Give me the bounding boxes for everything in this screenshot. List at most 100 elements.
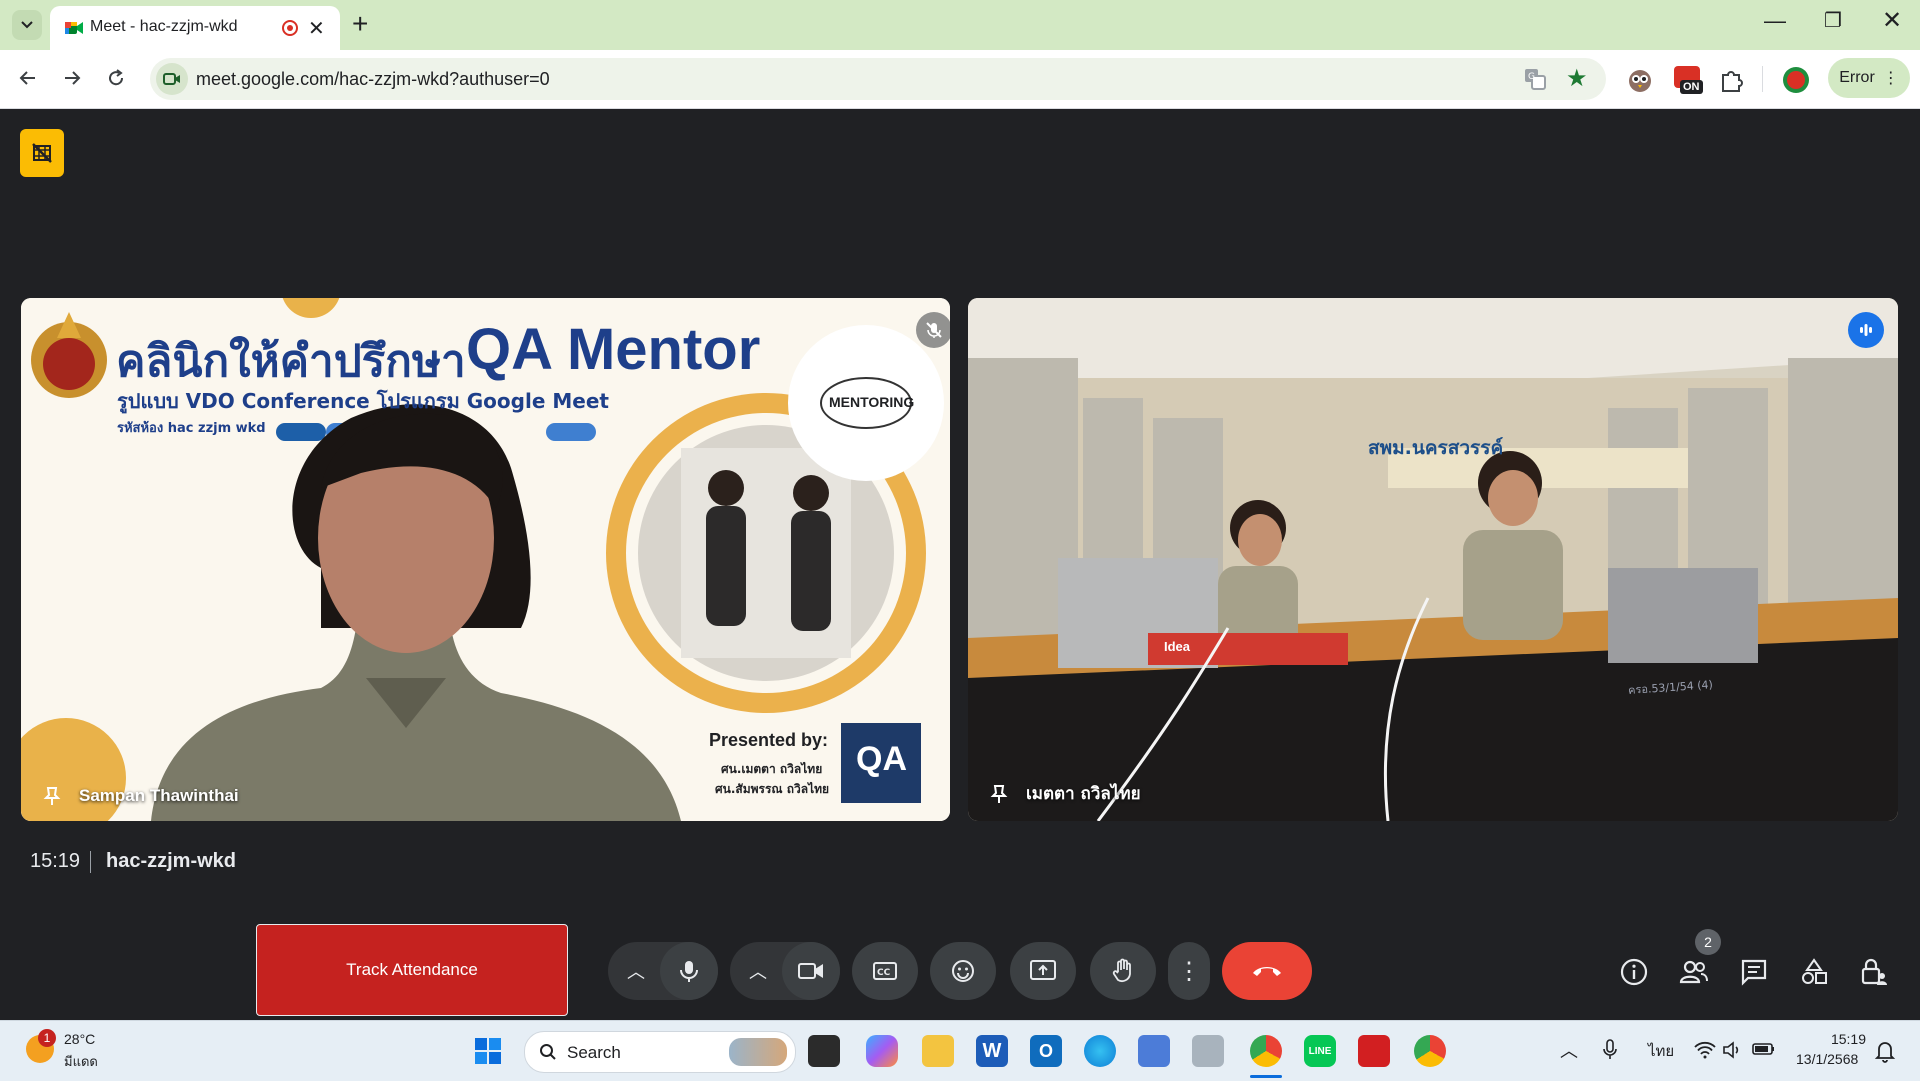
tray-microphone-icon[interactable] bbox=[1602, 1039, 1618, 1061]
participant-tile-metta[interactable]: สพม.นครสวรรค์ Idea ครอ.53/1/54 (4) เมตตา… bbox=[968, 298, 1898, 821]
word-icon[interactable]: W bbox=[976, 1035, 1008, 1067]
activities-button[interactable] bbox=[1794, 952, 1834, 992]
audio-level-icon bbox=[1860, 324, 1872, 336]
meeting-code[interactable]: hac-zzjm-wkd bbox=[106, 850, 236, 873]
snipping-tool-icon[interactable] bbox=[1138, 1035, 1170, 1067]
translate-icon[interactable]: G bbox=[1524, 68, 1546, 90]
chrome-icon[interactable] bbox=[1250, 1035, 1282, 1067]
profile-error-button[interactable]: Error ⋮ bbox=[1828, 58, 1910, 98]
windows-taskbar: 1 28°C มีแดด Search W O LINE ︿ ไทย 15:19… bbox=[0, 1020, 1920, 1081]
search-highlight-image bbox=[729, 1038, 787, 1066]
recording-indicator-icon bbox=[282, 20, 298, 36]
present-screen-icon bbox=[1030, 960, 1056, 980]
minimize-window-button[interactable]: — bbox=[1764, 8, 1786, 34]
restore-window-button[interactable]: ❐ bbox=[1824, 8, 1842, 33]
browser-tab-meet[interactable]: Meet - hac-zzjm-wkd ✕ bbox=[50, 6, 340, 50]
weather-temperature[interactable]: 28°C bbox=[64, 1031, 95, 1047]
notifications-bell-icon[interactable] bbox=[1874, 1039, 1896, 1063]
close-tab-icon[interactable]: ✕ bbox=[308, 16, 325, 41]
box-brand-text: Idea bbox=[1164, 639, 1191, 654]
browser-tab-strip: Meet - hac-zzjm-wkd ✕ + — ❐ ✕ bbox=[0, 0, 1920, 50]
line-app-icon[interactable]: LINE bbox=[1304, 1035, 1336, 1067]
present-screen-button[interactable] bbox=[1010, 942, 1076, 1000]
pin-icon[interactable] bbox=[41, 785, 63, 807]
chrome-profile-icon[interactable] bbox=[1414, 1035, 1446, 1067]
pin-icon[interactable] bbox=[988, 783, 1010, 805]
mic-off-icon bbox=[926, 322, 942, 338]
raise-hand-button[interactable] bbox=[1090, 942, 1156, 1000]
owl-extension-icon[interactable] bbox=[1624, 64, 1656, 96]
extension-on-badge: ON bbox=[1680, 80, 1703, 94]
browser-toolbar: meet.google.com/hac-zzjm-wkd?authuser=0 … bbox=[0, 50, 1920, 109]
site-info-button[interactable] bbox=[156, 63, 188, 95]
tray-language[interactable]: ไทย bbox=[1648, 1039, 1674, 1063]
tray-time[interactable]: 15:19 bbox=[1810, 1031, 1866, 1047]
lock-person-icon bbox=[1861, 958, 1887, 985]
bookmark-star-icon[interactable]: ★ bbox=[1566, 64, 1588, 93]
info-icon bbox=[1620, 958, 1648, 986]
meeting-details-button[interactable] bbox=[1614, 952, 1654, 992]
task-view-icon[interactable] bbox=[808, 1035, 840, 1067]
microphone-icon bbox=[680, 961, 698, 982]
captions-button[interactable]: CC bbox=[852, 942, 918, 1000]
participant-tile-sampan[interactable]: คลินิกให้คำปรึกษา QA Mentor รูปแบบ VDO C… bbox=[21, 298, 950, 821]
extensions-puzzle-icon[interactable] bbox=[1716, 64, 1748, 96]
room-video-graphic bbox=[968, 298, 1898, 821]
chat-button[interactable] bbox=[1734, 952, 1774, 992]
network-app-icon[interactable] bbox=[1192, 1035, 1224, 1067]
video-options-button[interactable]: ︿ bbox=[734, 942, 782, 1000]
copilot-icon[interactable] bbox=[866, 1035, 898, 1067]
reload-button[interactable] bbox=[98, 60, 134, 96]
people-button[interactable] bbox=[1674, 952, 1714, 992]
edge-icon[interactable] bbox=[1084, 1035, 1116, 1067]
clock-divider bbox=[90, 851, 91, 873]
meeting-clock: 15:19 bbox=[30, 850, 81, 872]
battery-icon[interactable] bbox=[1752, 1041, 1776, 1057]
captions-off-badge[interactable] bbox=[20, 129, 64, 177]
weather-description: มีแดด bbox=[64, 1055, 98, 1070]
leave-call-button[interactable] bbox=[1222, 942, 1312, 1000]
host-controls-button[interactable] bbox=[1854, 952, 1894, 992]
participant-name: Sampan Thawinthai bbox=[79, 786, 239, 805]
close-window-button[interactable]: ✕ bbox=[1882, 6, 1902, 35]
slide-qa-logo: QA bbox=[856, 740, 907, 778]
acrobat-icon[interactable] bbox=[1358, 1035, 1390, 1067]
windows-start-icon[interactable] bbox=[474, 1037, 502, 1065]
google-meet-favicon-icon bbox=[65, 22, 83, 34]
track-attendance-button[interactable]: Track Attendance bbox=[256, 924, 568, 1016]
reload-icon bbox=[109, 69, 124, 86]
forward-button[interactable] bbox=[54, 60, 90, 96]
reactions-button[interactable] bbox=[930, 942, 996, 1000]
more-vert-icon: ⋮ bbox=[1177, 957, 1201, 985]
tray-overflow-chevron-icon[interactable]: ︿ bbox=[1560, 1037, 1578, 1063]
video-camera-icon bbox=[798, 963, 823, 979]
audio-options-button[interactable]: ︿ bbox=[612, 942, 660, 1000]
slide-subtitle: รูปแบบ VDO Conference โปรแกรม Google Mee… bbox=[117, 389, 609, 413]
back-button[interactable] bbox=[10, 60, 46, 96]
hand-icon bbox=[1112, 958, 1131, 982]
outlook-icon[interactable]: O bbox=[1030, 1035, 1062, 1067]
hang-up-icon bbox=[1253, 967, 1281, 976]
people-icon bbox=[1679, 960, 1708, 984]
taskbar-search-box[interactable]: Search bbox=[524, 1031, 796, 1073]
recorder-extension-icon[interactable]: ON bbox=[1672, 62, 1706, 96]
volume-icon[interactable] bbox=[1722, 1041, 1742, 1059]
participant-speaking-indicator bbox=[1848, 312, 1884, 348]
chevron-up-icon: ︿ bbox=[749, 962, 767, 982]
file-explorer-icon[interactable] bbox=[922, 1035, 954, 1067]
arrow-right-icon bbox=[65, 71, 81, 85]
search-label: Search bbox=[567, 1043, 621, 1062]
meet-stage: คลินิกให้คำปรึกษา QA Mentor รูปแบบ VDO C… bbox=[0, 109, 1920, 1020]
tray-date[interactable]: 13/1/2568 bbox=[1796, 1051, 1858, 1067]
more-options-button[interactable]: ⋮ bbox=[1168, 942, 1210, 1000]
address-bar[interactable]: meet.google.com/hac-zzjm-wkd?authuser=0 … bbox=[150, 58, 1606, 100]
camera-button[interactable] bbox=[782, 942, 840, 1000]
tab-search-button[interactable] bbox=[12, 10, 42, 40]
slide-presenter-2: ศน.สัมพรรณ ถวิลไทย bbox=[715, 782, 830, 796]
new-tab-button[interactable]: + bbox=[352, 8, 368, 40]
participant-count-badge: 2 bbox=[1695, 929, 1721, 955]
profile-avatar-icon[interactable] bbox=[1780, 64, 1812, 96]
participant-name: เมตตา ถวิลไทย bbox=[1026, 784, 1141, 804]
wifi-icon[interactable] bbox=[1694, 1041, 1716, 1059]
microphone-button[interactable] bbox=[660, 942, 718, 1000]
